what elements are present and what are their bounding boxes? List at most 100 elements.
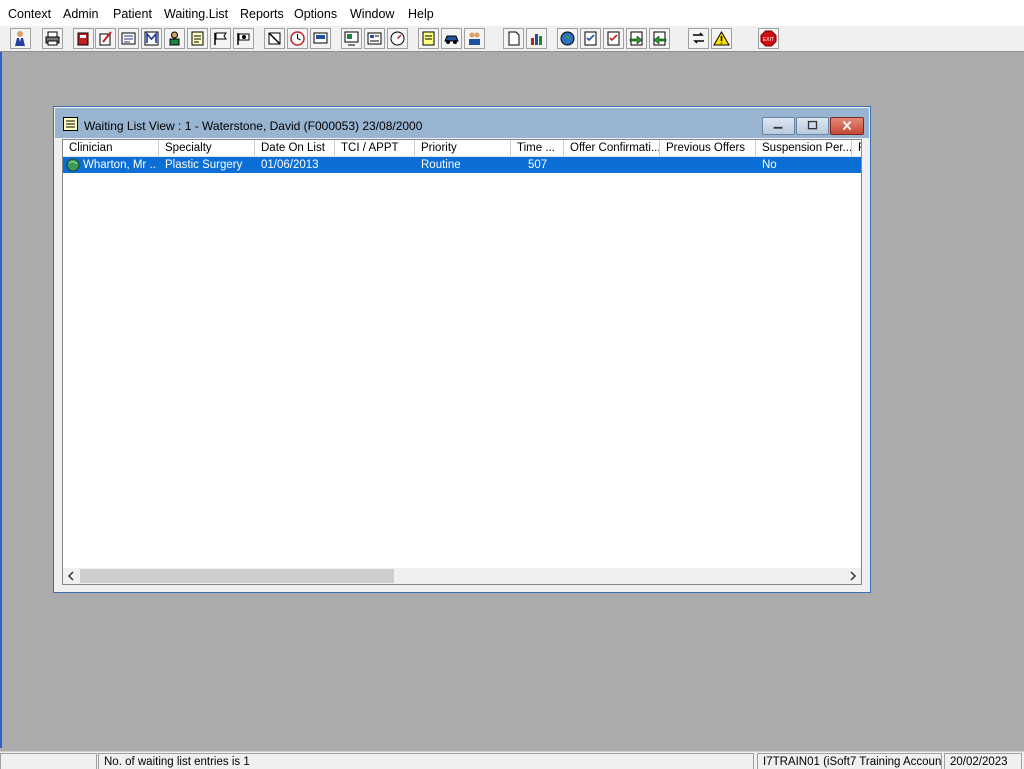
person-search-button[interactable] <box>10 28 31 49</box>
green-arrow-in-icon <box>629 31 643 46</box>
edit-note-button[interactable] <box>95 28 116 49</box>
cell-offer-confirmation <box>570 157 660 173</box>
status-date: 20/02/2023 <box>944 753 1022 769</box>
menu-context[interactable]: Context <box>8 7 51 21</box>
column-header-time[interactable]: Time ... <box>511 140 564 156</box>
status-panel-empty <box>0 753 97 769</box>
flag-icon <box>214 32 227 45</box>
menu-help[interactable]: Help <box>408 7 434 21</box>
checklist-edit-button[interactable] <box>603 28 624 49</box>
column-header-tci-appt[interactable]: TCI / APPT <box>335 140 415 156</box>
document-list-icon <box>121 32 136 45</box>
minimize-button[interactable] <box>762 117 795 135</box>
cell-previous-offers <box>666 157 756 173</box>
menu-waiting-list[interactable]: Waiting.List <box>164 7 228 21</box>
arrow-in-button[interactable] <box>626 28 647 49</box>
cell-tci-appt <box>341 157 415 173</box>
dial-icon <box>390 31 405 46</box>
people-list-icon <box>469 32 480 45</box>
menu-admin[interactable]: Admin <box>63 7 98 21</box>
menu-bar: Context Admin Patient Waiting.List Repor… <box>0 0 1024 26</box>
menu-window[interactable]: Window <box>350 7 394 21</box>
transfer-icon <box>693 32 704 44</box>
dial-button[interactable] <box>387 28 408 49</box>
menu-reports[interactable]: Reports <box>240 7 284 21</box>
person-search-icon <box>15 31 25 46</box>
cell-priority: Routine <box>421 159 461 171</box>
notes-button[interactable] <box>418 28 439 49</box>
monitor-icon <box>313 32 328 44</box>
status-bar: No. of waiting list entries is 1 I7TRAIN… <box>0 751 1024 769</box>
scroll-right-icon[interactable] <box>845 568 861 584</box>
print-button[interactable] <box>42 28 63 49</box>
notes-icon <box>422 31 435 46</box>
note-pad-button[interactable] <box>187 28 208 49</box>
scroll-left-icon[interactable] <box>63 568 79 584</box>
people-list-button[interactable] <box>464 28 485 49</box>
toolbar: EXIT <box>0 26 1024 52</box>
column-header-priority[interactable]: Priority <box>415 140 511 156</box>
maximize-icon <box>807 120 818 130</box>
column-header-clinician[interactable]: Clinician <box>63 140 159 156</box>
flag-button[interactable] <box>210 28 231 49</box>
arrow-out-button[interactable] <box>649 28 670 49</box>
book-button[interactable] <box>73 28 94 49</box>
checklist-button[interactable] <box>580 28 601 49</box>
patient-button[interactable] <box>164 28 185 49</box>
cell-suspension: No <box>762 159 777 171</box>
column-header-suspension[interactable]: Suspension Per... <box>756 140 852 156</box>
horizontal-scrollbar[interactable] <box>63 568 861 584</box>
scrollbar-thumb[interactable] <box>80 569 394 583</box>
app-frame-edge <box>0 26 2 748</box>
maximize-button[interactable] <box>796 117 829 135</box>
svg-text:EXIT: EXIT <box>763 37 774 43</box>
menu-options[interactable]: Options <box>294 7 337 21</box>
cancel-document-button[interactable] <box>264 28 285 49</box>
letter-m-button[interactable] <box>141 28 162 49</box>
status-message: No. of waiting list entries is 1 <box>98 753 754 769</box>
cell-time: 507 <box>528 159 548 171</box>
list-document-icon <box>63 117 78 131</box>
column-header-date-on-list[interactable]: Date On List <box>255 140 335 156</box>
column-header-specialty[interactable]: Specialty <box>159 140 255 156</box>
bar-chart-button[interactable] <box>526 28 547 49</box>
close-icon <box>842 120 852 131</box>
bar-chart-icon <box>531 34 542 45</box>
exit-button[interactable]: EXIT <box>758 28 779 49</box>
close-button[interactable] <box>830 117 864 135</box>
clock-button[interactable] <box>287 28 308 49</box>
flag-open-icon <box>237 33 250 45</box>
globe-icon <box>560 31 575 46</box>
globe-person-icon <box>66 158 80 172</box>
flag-open-button[interactable] <box>233 28 254 49</box>
document-list-button[interactable] <box>118 28 139 49</box>
cell-specialty: Plastic Surgery <box>165 159 243 171</box>
table-row[interactable]: Wharton, Mr ... Plastic Surgery 01/06/20… <box>63 157 861 173</box>
car-button[interactable] <box>441 28 462 49</box>
table-header: Clinician Specialty Date On List TCI / A… <box>63 140 861 157</box>
status-account: I7TRAIN01 (iSoft7 Training Account) <box>757 753 942 769</box>
window-title-bar[interactable]: Waiting List View : 1 - Waterstone, Davi… <box>55 108 869 138</box>
window-title: Waiting List View : 1 - Waterstone, Davi… <box>84 119 423 133</box>
waiting-list-table[interactable]: Clinician Specialty Date On List TCI / A… <box>62 139 862 585</box>
warning-button[interactable] <box>711 28 732 49</box>
list-form-button[interactable] <box>364 28 385 49</box>
cell-clinician: Wharton, Mr ... <box>83 159 157 171</box>
transfer-button[interactable] <box>688 28 709 49</box>
menu-patient[interactable]: Patient <box>113 7 152 21</box>
blank-page-button[interactable] <box>503 28 524 49</box>
warning-icon <box>713 30 730 46</box>
note-pad-icon <box>191 31 204 46</box>
column-header-offer-confirmation[interactable]: Offer Confirmati... <box>564 140 660 156</box>
checklist-icon <box>584 31 597 46</box>
waiting-list-window: Waiting List View : 1 - Waterstone, Davi… <box>53 106 871 593</box>
printer-icon <box>45 31 60 46</box>
column-header-more[interactable]: F <box>852 140 861 156</box>
green-arrow-out-icon <box>653 31 667 46</box>
globe-button[interactable] <box>557 28 578 49</box>
clock-icon <box>290 31 305 46</box>
monitor-button[interactable] <box>310 28 331 49</box>
patient-icon <box>169 31 180 46</box>
column-header-previous-offers[interactable]: Previous Offers <box>660 140 756 156</box>
report-screen-button[interactable] <box>341 28 362 49</box>
